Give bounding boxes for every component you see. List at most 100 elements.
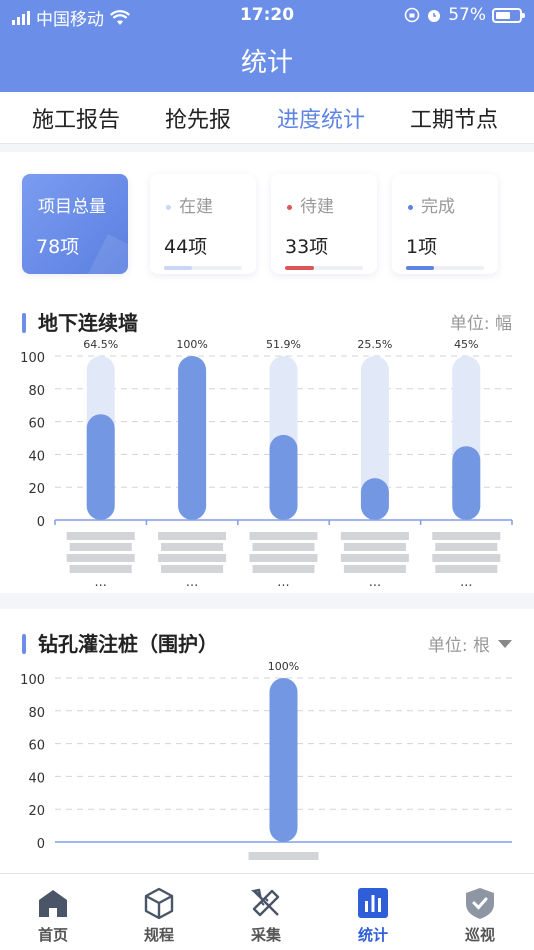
blurred-text-block bbox=[249, 532, 318, 540]
blurred-text-block bbox=[249, 554, 318, 562]
blurred-text-block bbox=[340, 532, 409, 540]
home-icon bbox=[39, 890, 67, 917]
pending-card[interactable]: 待建 33项 bbox=[271, 174, 377, 274]
shield-check-icon bbox=[466, 888, 494, 919]
pending-label: 待建 bbox=[300, 197, 334, 217]
blurred-text-block bbox=[248, 852, 319, 860]
alarm-icon bbox=[428, 10, 441, 22]
y-tick-label: 0 bbox=[37, 837, 45, 852]
nav-patrol[interactable]: 巡视 bbox=[427, 874, 533, 950]
total-card[interactable]: 项目总量 78项 bbox=[22, 174, 128, 274]
bar bbox=[178, 356, 207, 520]
bar-data-label: 100% bbox=[176, 338, 207, 351]
blurred-text-block bbox=[66, 554, 135, 562]
in-progress-label: 在建 bbox=[179, 197, 213, 217]
blurred-text-block bbox=[69, 565, 132, 573]
tab-progress-stats[interactable]: 进度统计 bbox=[277, 102, 365, 134]
diaphragm-wall-chart: 100 80 60 40 20 0 64.5%... 100%... 51.9%... 25.5%… bbox=[20, 338, 513, 590]
bar bbox=[269, 434, 298, 520]
y-tick-label: 0 bbox=[37, 515, 45, 530]
bar-data-label: 100% bbox=[268, 660, 299, 673]
nav-collect[interactable]: 采集 bbox=[213, 874, 319, 950]
blurred-category-label bbox=[340, 532, 409, 573]
app-header: 中国移动 17:20 57% 统计 bbox=[0, 0, 534, 92]
bored-pile-chart: 100 80 60 40 20 0 100% bbox=[20, 660, 512, 860]
total-label: 项目总量 bbox=[38, 197, 106, 217]
bar bbox=[269, 678, 298, 842]
pending-bar-fill bbox=[285, 266, 314, 270]
nav-patrol-label: 巡视 bbox=[464, 926, 495, 944]
battery-icon bbox=[492, 7, 525, 23]
in-progress-bar-fill bbox=[164, 266, 193, 270]
category-ellipsis: ... bbox=[186, 575, 198, 590]
blurred-text-block bbox=[432, 554, 501, 562]
y-tick-label: 60 bbox=[28, 739, 45, 754]
y-tick-label: 40 bbox=[28, 449, 45, 464]
blurred-text-block bbox=[340, 554, 409, 562]
nav-regulations-label: 规程 bbox=[143, 926, 174, 944]
bar bbox=[86, 414, 115, 520]
blurred-text-block bbox=[252, 565, 315, 573]
y-tick-label: 20 bbox=[28, 482, 45, 497]
blurred-text-block bbox=[161, 543, 224, 551]
y-tick-label: 100 bbox=[20, 673, 45, 688]
page-title: 统计 bbox=[240, 48, 293, 78]
rotation-lock-icon bbox=[404, 7, 420, 23]
blurred-text-block bbox=[161, 565, 224, 573]
blurred-category-label bbox=[248, 852, 319, 860]
category-ellipsis: ... bbox=[369, 575, 381, 590]
blurred-text-block bbox=[69, 543, 132, 551]
y-tick-label: 40 bbox=[28, 771, 45, 786]
in-progress-label-wrap: 在建 bbox=[166, 192, 213, 217]
nav-statistics-label: 统计 bbox=[357, 926, 388, 944]
pending-bar bbox=[285, 266, 363, 270]
bar bbox=[360, 478, 389, 520]
tab-quick-report[interactable]: 抢先报 bbox=[165, 102, 231, 134]
tab-construction-report[interactable]: 施工报告 bbox=[32, 102, 120, 134]
cube-icon bbox=[144, 887, 174, 920]
y-tick-label: 60 bbox=[28, 417, 45, 432]
category-ellipsis: ... bbox=[277, 575, 289, 590]
y-tick-label: 80 bbox=[28, 384, 45, 399]
bar bbox=[452, 446, 481, 520]
in-progress-bar bbox=[164, 266, 242, 270]
nav-statistics[interactable]: 统计 bbox=[320, 874, 426, 950]
y-tick-label: 20 bbox=[28, 804, 45, 819]
blurred-text-block bbox=[432, 532, 501, 540]
nav-regulations[interactable]: 规程 bbox=[106, 874, 212, 950]
status-dot-icon bbox=[166, 204, 171, 210]
bar-data-label: 25.5% bbox=[357, 338, 392, 351]
in-progress-card[interactable]: 在建 44项 bbox=[150, 174, 256, 274]
status-bar: 中国移动 17:20 57% bbox=[0, 0, 534, 32]
pending-value: 33项 bbox=[285, 236, 329, 258]
blurred-text-block bbox=[158, 554, 227, 562]
blurred-text-block bbox=[158, 532, 227, 540]
in-progress-value: 44项 bbox=[164, 236, 208, 258]
blurred-text-block bbox=[435, 565, 498, 573]
battery-percent: 57% bbox=[448, 5, 486, 25]
completed-bar bbox=[406, 266, 484, 270]
blurred-text-block bbox=[252, 543, 315, 551]
blurred-category-label bbox=[249, 532, 318, 573]
total-value: 78项 bbox=[36, 236, 80, 258]
blurred-category-label bbox=[158, 532, 227, 573]
status-dot-icon bbox=[408, 204, 413, 210]
status-dot-icon bbox=[287, 204, 292, 210]
nav-home-label: 首页 bbox=[37, 926, 68, 944]
completed-card[interactable]: 完成 1项 bbox=[392, 174, 498, 274]
bar-chart-icon bbox=[358, 888, 388, 918]
blurred-text-block bbox=[66, 532, 135, 540]
y-tick-label: 100 bbox=[20, 351, 45, 366]
ruler-pencil-icon bbox=[250, 888, 280, 917]
tab-bar: 施工报告 抢先报 进度统计 工期节点 bbox=[0, 92, 534, 144]
caret-down-icon bbox=[498, 640, 512, 648]
completed-label: 完成 bbox=[421, 197, 455, 217]
blurred-text-block bbox=[343, 543, 406, 551]
bar-data-label: 51.9% bbox=[266, 338, 301, 351]
tab-schedule-nodes[interactable]: 工期节点 bbox=[410, 102, 498, 134]
nav-home[interactable]: 首页 bbox=[0, 874, 106, 950]
completed-label-wrap: 完成 bbox=[408, 192, 455, 217]
blurred-text-block bbox=[343, 565, 406, 573]
blurred-category-label bbox=[432, 532, 501, 573]
completed-value: 1项 bbox=[406, 236, 438, 258]
